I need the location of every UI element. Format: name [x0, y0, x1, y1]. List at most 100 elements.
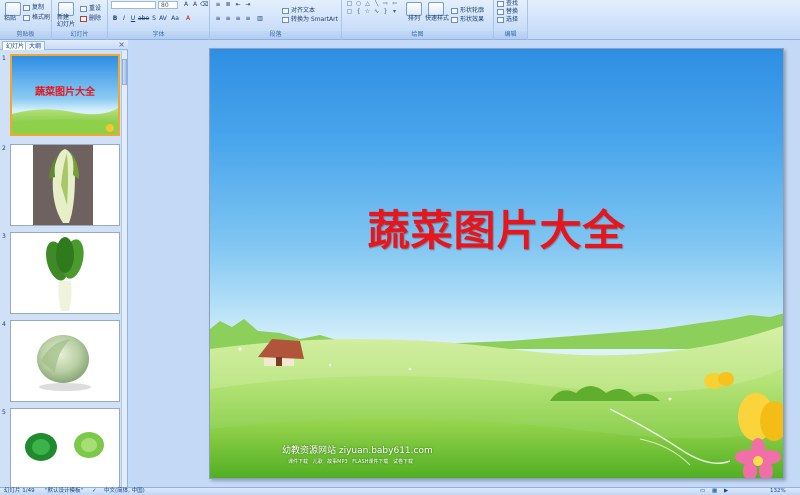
quick-styles-button[interactable]: 快速样式 [425, 15, 449, 22]
copy-icon [23, 4, 30, 11]
select-button[interactable]: 选择 [497, 16, 518, 23]
font-color-button[interactable]: A [184, 15, 192, 22]
slide-title[interactable]: 蔬菜图片大全 [210, 197, 783, 258]
sorter-view-icon[interactable]: ▦ [712, 488, 717, 495]
current-slide[interactable]: 蔬菜图片大全 幼教资源网站 ziyuan.baby611.com 课件下载 儿歌… [209, 48, 784, 479]
align-left-button[interactable]: ≡ [214, 15, 222, 22]
slide-thumbnail-4[interactable] [10, 320, 120, 402]
slide-thumbnail-5[interactable] [10, 408, 120, 487]
underline-button[interactable]: U [129, 15, 137, 22]
char-spacing-button[interactable]: AV [159, 15, 167, 22]
arrow-shape-icon-2[interactable]: ⇦ [391, 1, 398, 7]
align-right-button[interactable]: ≡ [234, 15, 242, 22]
close-pane-icon[interactable]: × [118, 40, 125, 50]
new-slide-button[interactable]: 新建 幻灯片 [57, 14, 75, 28]
replace-icon [497, 8, 504, 15]
oval-shape-icon[interactable]: ○ [355, 1, 362, 7]
delete-slide-button[interactable]: 删除 [80, 15, 101, 22]
bok-choy-image [11, 233, 119, 313]
scrollbar-thumb[interactable] [122, 59, 127, 85]
slide-editing-area: 蔬菜图片大全 幼教资源网站 ziyuan.baby611.com 课件下载 儿歌… [129, 40, 800, 487]
thumbnail-scrollbar[interactable] [121, 51, 127, 487]
shadow-button[interactable]: S [150, 15, 158, 22]
napa-cabbage-image [11, 145, 119, 225]
slide-number: 1 [2, 55, 6, 62]
font-name-combo[interactable] [111, 1, 156, 9]
slide-thumbnail-1[interactable]: 蔬菜图片大全 [10, 54, 120, 136]
drawing-group: □ ○ △ ╲ ⇨ ⇦ ▢ { ☆ ∿ } ▾ 排列 快速样式 形状轮廓 形状效… [342, 0, 494, 40]
language-indicator: 中文(简体, 中国) [104, 488, 145, 494]
bullets-button[interactable]: ≡ [214, 1, 222, 8]
zoom-level[interactable]: 132% [770, 488, 786, 495]
green-cabbage-pair-image [11, 409, 119, 487]
status-bar: 幻灯片 1/49 "默认设计模板" ✓ 中文(简体, 中国) ▭ ▦ ▶ 132… [0, 487, 800, 495]
clipboard-group: 粘贴 复制 格式刷 剪贴板 [0, 0, 52, 40]
editing-group: 查找 替换 选择 编辑 [494, 0, 528, 40]
select-icon [497, 16, 504, 23]
decrease-indent-button[interactable]: ⇤ [234, 1, 242, 8]
shrink-font-button[interactable]: A [191, 1, 199, 8]
shape-effects-button[interactable]: 形状效果 [451, 16, 484, 23]
paste-icon[interactable] [5, 2, 21, 16]
line-shape-icon[interactable]: ╲ [373, 1, 380, 7]
slides-group: 新建 幻灯片 重设 删除 幻灯片 [52, 0, 108, 40]
shape-outline-button[interactable]: 形状轮廓 [451, 7, 484, 14]
clear-format-button[interactable]: ⌫ [200, 1, 208, 8]
slide-position: 幻灯片 1/49 [4, 488, 35, 494]
italic-button[interactable]: I [120, 15, 128, 22]
spell-check-icon[interactable]: ✓ [92, 488, 97, 495]
shape-outline-icon [451, 7, 458, 14]
star-shape-icon[interactable]: ☆ [364, 9, 371, 15]
slide-thumbnail-3[interactable] [10, 232, 120, 314]
triangle-shape-icon[interactable]: △ [364, 1, 371, 7]
paragraph-group: ≡ ≣ ⇤ ⇥ ≡ ≡ ≡ ≡ ▥ 对齐文本 转换为 SmartArt 段落 [210, 0, 342, 40]
increase-indent-button[interactable]: ⇥ [244, 1, 252, 8]
slide-thumbnail-2[interactable] [10, 144, 120, 226]
rectangle-shape-icon[interactable]: □ [346, 1, 353, 7]
find-button[interactable]: 查找 [497, 0, 518, 7]
format-painter-button[interactable]: 格式刷 [23, 14, 50, 21]
slide-number: 2 [2, 145, 6, 152]
format-painter-icon [23, 14, 30, 21]
slideshow-view-icon[interactable]: ▶ [724, 488, 728, 495]
normal-view-icon[interactable]: ▭ [700, 488, 705, 495]
arrange-icon[interactable] [406, 2, 422, 16]
numbering-button[interactable]: ≣ [224, 1, 232, 8]
change-case-button[interactable]: Aa [171, 15, 179, 22]
convert-smartart-button[interactable]: 转换为 SmartArt [282, 16, 338, 23]
bold-button[interactable]: B [111, 15, 119, 22]
brace-shape-icon[interactable]: { [355, 9, 362, 15]
delete-icon [80, 15, 87, 22]
paste-button[interactable]: 粘贴 [4, 15, 16, 22]
shape-effects-icon [451, 16, 458, 23]
arrange-button[interactable]: 排列 [408, 15, 420, 22]
arrow-shape-icon[interactable]: ⇨ [382, 1, 389, 7]
columns-button[interactable]: ▥ [256, 15, 264, 22]
slide-number: 4 [2, 321, 6, 328]
replace-button[interactable]: 替换 [497, 8, 518, 15]
align-center-button[interactable]: ≡ [224, 15, 232, 22]
justify-button[interactable]: ≡ [244, 15, 252, 22]
font-size-combo[interactable]: 80 [158, 1, 178, 9]
quick-styles-icon[interactable] [428, 2, 444, 16]
bracket-shape-icon[interactable]: } [382, 9, 389, 15]
align-text-button[interactable]: 对齐文本 [282, 7, 315, 14]
rounded-rect-shape-icon[interactable]: ▢ [346, 9, 353, 15]
ribbon: 粘贴 复制 格式刷 剪贴板 新建 幻灯片 重设 删除 幻灯片 80 A A ⌫ … [0, 0, 800, 40]
copy-button[interactable]: 复制 [23, 4, 44, 11]
slide-number: 5 [2, 409, 6, 416]
more-shapes-icon[interactable]: ▾ [391, 9, 398, 15]
tab-outline[interactable]: 大纲 [25, 41, 46, 50]
strikethrough-button[interactable]: abe [138, 15, 149, 22]
slides-group-label: 幻灯片 [52, 31, 107, 39]
resource-links-footer: 课件下载 儿歌 故事MP3 FLASH课件下载 试卷下载 [288, 459, 413, 465]
smartart-icon [282, 16, 289, 23]
pane-tabs: 幻灯片 大纲 × [0, 40, 128, 50]
font-group: 80 A A ⌫ B I U abe S AV Aa A 字体 [108, 0, 210, 40]
curve-shape-icon[interactable]: ∿ [373, 9, 380, 15]
clipboard-group-label: 剪贴板 [0, 31, 51, 39]
grow-font-button[interactable]: A [182, 1, 190, 8]
thumbnail-list: 1 蔬菜图片大全 2 3 4 5 [0, 51, 122, 487]
reset-slide-button[interactable]: 重设 [80, 5, 101, 12]
website-footer: 幼教资源网站 ziyuan.baby611.com [282, 446, 433, 456]
